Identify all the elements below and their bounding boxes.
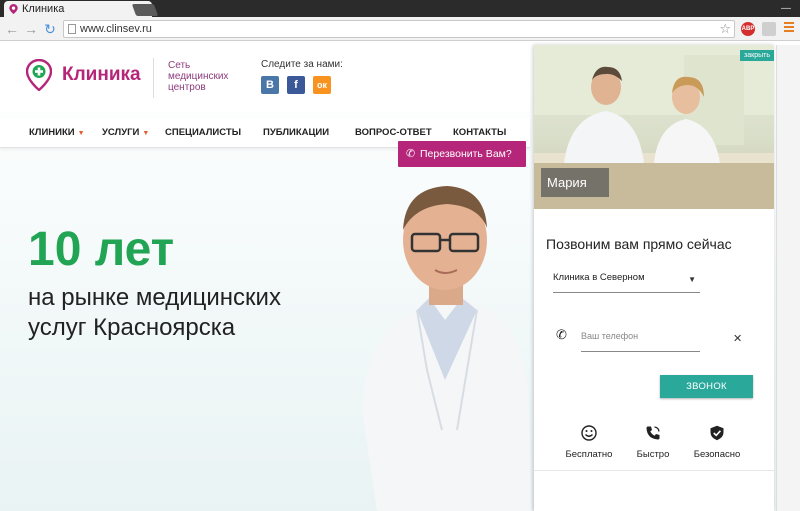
extension-icon[interactable]	[762, 22, 776, 36]
bookmark-star-icon[interactable]: ☆	[719, 21, 731, 37]
nav-item-contacts[interactable]: КОНТАКТЫ	[453, 127, 506, 138]
caret-down-icon: ▼	[142, 130, 150, 137]
smile-icon	[581, 425, 597, 441]
adblock-icon[interactable]: ABP	[741, 22, 755, 36]
logo-subtitle: Сеть медицинских центров	[168, 60, 238, 93]
operator-name: Мария	[541, 168, 609, 197]
nav-label: УСЛУГИ	[102, 127, 140, 138]
clinic-select-value: Клиника в Северном	[553, 272, 645, 283]
phone-icon: ✆	[406, 148, 416, 160]
nav-item-faq[interactable]: ВОПРОС-ОТВЕТ	[355, 127, 432, 138]
phone-ring-icon	[646, 426, 660, 440]
callback-button[interactable]: ✆ Перезвонить Вам?	[398, 141, 526, 167]
logo-divider	[153, 58, 154, 98]
logo-subtitle-line: Сеть	[168, 60, 191, 71]
logo-subtitle-line: центров	[168, 82, 206, 93]
hero-headline: 10 лет	[28, 223, 175, 276]
phone-input[interactable]: Ваш телефон	[581, 330, 700, 352]
facebook-icon[interactable]: f	[287, 76, 305, 94]
widget-title: Позвоним вам прямо сейчас	[546, 236, 732, 252]
dropdown-arrow-icon: ▼	[688, 275, 696, 284]
operator-photo: закрыть Мария	[534, 45, 774, 209]
feature-label: Бесплатно	[565, 449, 613, 460]
url-text: www.clinsev.ru	[80, 23, 152, 35]
location-pin-icon	[9, 4, 18, 14]
clinic-select[interactable]: Клиника в Северном ▼	[553, 270, 700, 293]
forward-icon[interactable]: →	[23, 20, 39, 38]
nav-item-publications[interactable]: ПУБЛИКАЦИИ	[263, 127, 329, 138]
hero-subline: услуг Красноярска	[28, 314, 236, 341]
reload-icon[interactable]: ↻	[42, 20, 58, 38]
call-button[interactable]: ЗВОНОК	[660, 375, 753, 398]
scrollbar[interactable]	[776, 45, 800, 511]
feature-secure: Безопасно	[687, 425, 747, 460]
logo-text[interactable]: Клиника	[62, 64, 141, 86]
odnoklassniki-icon[interactable]: ок	[313, 76, 331, 94]
widget-divider	[534, 470, 774, 471]
tab-title: Клиника	[22, 3, 65, 15]
nav-label: КЛИНИКИ	[29, 127, 75, 138]
logo-pin-icon	[26, 59, 52, 91]
feature-fast: Быстро	[623, 425, 683, 460]
back-icon[interactable]: ←	[4, 20, 20, 38]
new-tab-button[interactable]	[131, 4, 159, 16]
hero-subline: на рынке медицинских	[28, 284, 281, 311]
nav-item-clinics[interactable]: КЛИНИКИ ▼	[29, 127, 85, 138]
browser-toolbar: ← → ↻ www.clinsev.ru ☆ ABP	[0, 17, 800, 41]
doctor-image	[362, 186, 532, 511]
shield-check-icon	[710, 425, 724, 441]
social-title: Следите за нами:	[261, 59, 343, 70]
widget-close-button[interactable]: закрыть	[740, 50, 774, 61]
feature-label: Безопасно	[693, 449, 741, 460]
browser-menu-icon[interactable]	[784, 22, 794, 34]
caret-down-icon: ▼	[77, 130, 85, 137]
address-bar[interactable]: www.clinsev.ru ☆	[63, 20, 735, 38]
browser-tab-bar: Клиника × —	[0, 0, 800, 17]
browser-tab[interactable]: Клиника ×	[4, 1, 152, 17]
callback-widget: закрыть Мария Позвоним вам прямо сейчас …	[534, 45, 774, 511]
logo-subtitle-line: медицинских	[168, 71, 229, 82]
nav-item-specialists[interactable]: СПЕЦИАЛИСТЫ	[165, 127, 241, 138]
nav-item-services[interactable]: УСЛУГИ ▼	[102, 127, 149, 138]
phone-icon: ✆	[556, 327, 567, 342]
site-header: Клиника Сеть медицинских центров Следите…	[0, 42, 530, 112]
page: Клиника Сеть медицинских центров Следите…	[0, 42, 800, 511]
vk-icon[interactable]: В	[261, 76, 279, 94]
clear-icon[interactable]: ✕	[733, 332, 742, 345]
page-icon	[68, 24, 76, 34]
feature-free: Бесплатно	[559, 425, 619, 460]
callback-label: Перезвонить Вам?	[420, 148, 512, 160]
window-minimize-icon[interactable]: —	[772, 0, 800, 17]
feature-label: Быстро	[636, 449, 670, 460]
